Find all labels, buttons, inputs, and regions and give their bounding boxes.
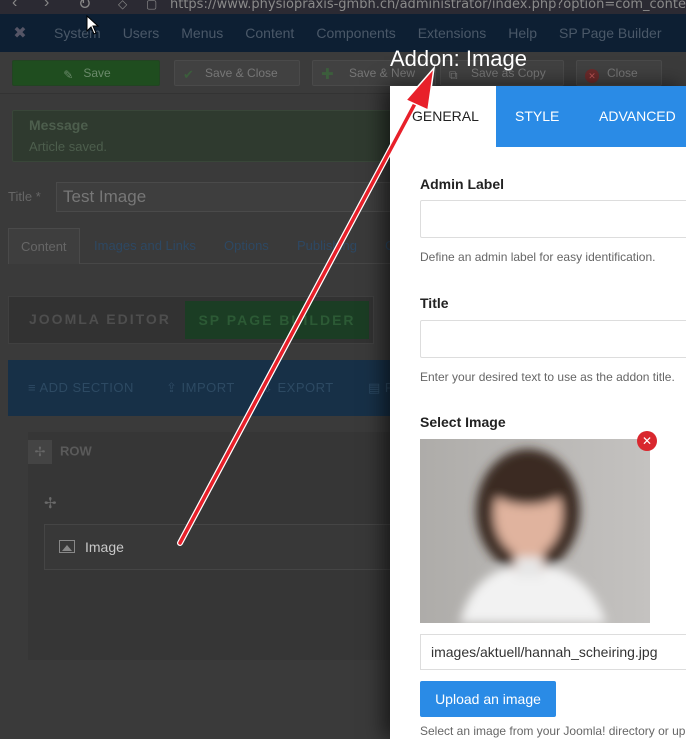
select-image-label: Select Image	[420, 414, 506, 430]
save-close-button[interactable]: ✔ Save & Close	[174, 60, 300, 86]
menu-item-users[interactable]: Users	[123, 25, 160, 41]
title-input[interactable]: Test Image	[56, 182, 396, 212]
row-header: ✢ ROW	[28, 440, 92, 464]
system-message: Message Article saved.	[12, 110, 402, 162]
admin-menu-bar: ✖ System Users Menus Content Components …	[0, 14, 686, 52]
tab-general[interactable]: GENERAL	[390, 86, 496, 147]
upload-image-button[interactable]: Upload an image	[420, 681, 556, 717]
export-button[interactable]: ⇩ EXPORT	[262, 380, 334, 396]
add-section-button[interactable]: ≡ ADD SECTION	[28, 380, 134, 395]
portrait-image	[420, 439, 650, 623]
reload-icon[interactable]: ↻	[78, 0, 91, 14]
addon-title-input[interactable]	[420, 320, 686, 358]
edit-icon: ✎	[63, 68, 74, 82]
message-text: Article saved.	[29, 139, 108, 154]
addon-settings-panel: GENERAL STYLE ADVANCED Admin Label Defin…	[390, 86, 686, 739]
title-help: Enter your desired text to use as the ad…	[420, 370, 675, 384]
image-help: Select an image from your Joomla! direct…	[420, 724, 686, 738]
annotation-title: Addon: Image	[390, 46, 527, 71]
check-icon: ✔	[183, 67, 194, 82]
tab-style[interactable]: STYLE	[515, 86, 559, 147]
tab-images-links[interactable]: Images and Links	[94, 228, 196, 264]
addon-tabs: GENERAL STYLE ADVANCED	[390, 86, 686, 147]
image-addon[interactable]: Image	[44, 524, 398, 570]
title-field-label: Title	[420, 295, 449, 311]
close-icon: ✕	[641, 434, 653, 448]
admin-label-help: Define an admin label for easy identific…	[420, 250, 656, 264]
joomla-editor-button[interactable]: JOOMLA EDITOR	[29, 311, 171, 327]
tab-publishing[interactable]: Publishing	[297, 228, 357, 264]
lock-icon: ▢	[146, 0, 158, 11]
menu-item-extensions[interactable]: Extensions	[418, 25, 486, 41]
image-path-input[interactable]: images/aktuell/hannah_scheiring.jpg	[420, 634, 686, 670]
editor-toggle: JOOMLA EDITOR SP PAGE BUILDER	[8, 296, 374, 344]
back-icon[interactable]: ‹	[12, 0, 17, 12]
image-icon	[59, 540, 75, 553]
move-icon[interactable]: ✢	[28, 440, 52, 464]
close-icon: ✕	[585, 69, 599, 83]
tab-content[interactable]: Content	[8, 228, 80, 264]
plus-icon: ✚	[321, 66, 334, 83]
remove-image-button[interactable]: ✕	[637, 431, 657, 451]
menu-item-content[interactable]: Content	[245, 25, 294, 41]
menu-item-components[interactable]: Components	[316, 25, 395, 41]
addon-label: Image	[85, 539, 124, 555]
forward-icon[interactable]: ›	[44, 0, 49, 12]
admin-label-input[interactable]	[420, 200, 686, 238]
tab-advanced[interactable]: ADVANCED	[599, 86, 676, 147]
menu-item-sp-page-builder[interactable]: SP Page Builder	[559, 25, 661, 41]
close-button[interactable]: ✕ Close	[576, 60, 662, 86]
save-button[interactable]: ✎ Save	[12, 60, 160, 86]
builder-canvas: ✢ ROW ✢ Image	[28, 432, 398, 660]
image-preview	[420, 439, 650, 623]
admin-label-label: Admin Label	[420, 176, 505, 192]
menu-item-menus[interactable]: Menus	[181, 25, 223, 41]
sp-page-builder-button[interactable]: SP PAGE BUILDER	[185, 301, 369, 339]
article-tabs: Content Images and Links Options Publish…	[8, 228, 398, 264]
url-text[interactable]: https://www.physiopraxis-gmbh.ch/adminis…	[170, 0, 686, 12]
title-label: Title *	[8, 189, 41, 204]
shield-icon: ◇	[118, 0, 128, 11]
page-builder-toolbar: ≡ ADD SECTION ⇪ IMPORT ⇩ EXPORT ▤ P	[8, 360, 398, 416]
tab-options[interactable]: Options	[224, 228, 269, 264]
column-move-icon[interactable]: ✢	[44, 494, 57, 512]
browser-url-bar: ‹ › ↻ ◇ ▢ https://www.physiopraxis-gmbh.…	[0, 0, 686, 14]
mouse-cursor-icon	[86, 14, 100, 38]
message-heading: Message	[29, 117, 89, 133]
menu-item-help[interactable]: Help	[508, 25, 537, 41]
import-button[interactable]: ⇪ IMPORT	[166, 380, 235, 396]
joomla-logo-icon[interactable]: ✖	[0, 23, 40, 43]
